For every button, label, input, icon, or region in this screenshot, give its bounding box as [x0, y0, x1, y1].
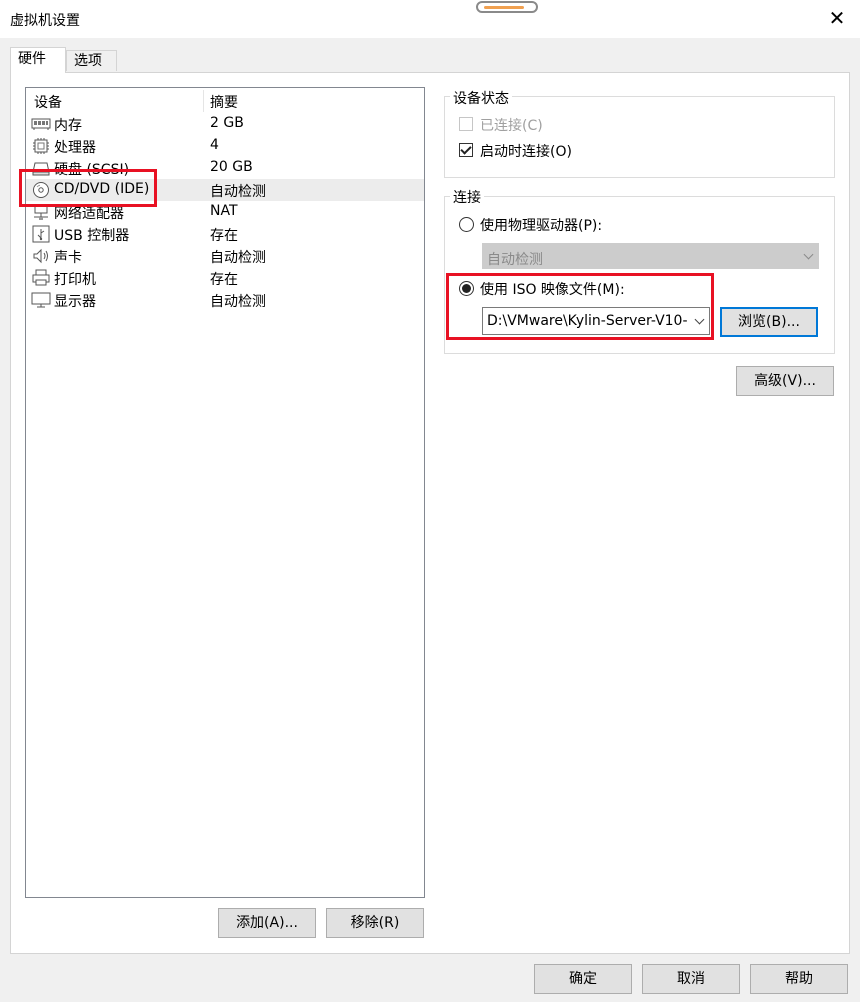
help-button[interactable]: 帮助	[750, 964, 848, 994]
physical-drive-select-value: 自动检测	[487, 252, 543, 268]
device-name: 内存	[54, 118, 82, 134]
physical-drive-radio[interactable]	[459, 217, 474, 232]
title-bar	[0, 0, 860, 38]
speaker-icon	[31, 247, 51, 265]
chevron-down-icon[interactable]	[694, 314, 705, 325]
device-row-sound-card[interactable]: 声卡 自动检测	[26, 245, 424, 267]
chevron-down-icon	[803, 249, 814, 260]
connect-at-power-on-checkbox[interactable]	[459, 143, 473, 157]
device-summary: 4	[210, 137, 219, 153]
device-summary: NAT	[210, 203, 238, 219]
device-row-cd-dvd[interactable]: CD/DVD (IDE) 自动检测	[26, 179, 424, 201]
device-name: 声卡	[54, 250, 82, 266]
device-name: 网络适配器	[54, 206, 124, 222]
device-status-group	[444, 96, 835, 178]
tab-options[interactable]: 选项	[66, 50, 117, 71]
device-summary: 自动检测	[210, 250, 266, 266]
window-title: 虚拟机设置	[10, 13, 80, 29]
device-row-network-adapter[interactable]: 网络适配器 NAT	[26, 201, 424, 223]
device-summary: 自动检测	[210, 184, 266, 200]
device-name: 硬盘 (SCSI)	[54, 162, 130, 178]
close-button[interactable]: ✕	[826, 6, 848, 30]
device-row-processor[interactable]: 处理器 4	[26, 135, 424, 157]
connect-at-power-on-label: 启动时连接(O)	[480, 144, 572, 160]
device-summary: 存在	[210, 272, 238, 288]
device-row-harddisk[interactable]: 硬盘 (SCSI) 20 GB	[26, 157, 424, 179]
device-summary: 2 GB	[210, 115, 244, 131]
processor-icon	[31, 137, 51, 155]
column-divider[interactable]	[203, 90, 204, 112]
physical-drive-label: 使用物理驱动器(P):	[480, 218, 603, 234]
device-list[interactable]: 设备 摘要 内存 2 GB 处理器 4 硬盘 (SCSI) 20 GB CD/D…	[25, 87, 425, 898]
device-row-display[interactable]: 显示器 自动检测	[26, 289, 424, 311]
device-summary: 存在	[210, 228, 238, 244]
device-summary: 20 GB	[210, 159, 253, 175]
column-header-summary[interactable]: 摘要	[210, 92, 238, 112]
cd-dvd-icon	[31, 181, 51, 199]
tab-hardware[interactable]: 硬件	[10, 47, 66, 73]
iso-image-radio[interactable]	[459, 281, 474, 296]
column-header-device[interactable]: 设备	[34, 92, 62, 112]
device-name: 处理器	[54, 140, 96, 156]
device-summary: 自动检测	[210, 294, 266, 310]
cancel-button[interactable]: 取消	[642, 964, 740, 994]
memory-icon	[31, 115, 51, 133]
device-row-printer[interactable]: 打印机 存在	[26, 267, 424, 289]
snap-handle[interactable]	[476, 1, 538, 13]
device-name: 显示器	[54, 294, 96, 310]
device-row-memory[interactable]: 内存 2 GB	[26, 113, 424, 135]
advanced-button[interactable]: 高级(V)...	[736, 366, 834, 396]
printer-icon	[31, 269, 51, 287]
usb-icon	[31, 225, 51, 243]
iso-image-label: 使用 ISO 映像文件(M):	[480, 282, 625, 298]
harddisk-icon	[31, 159, 51, 177]
device-name: USB 控制器	[54, 228, 130, 244]
connected-label: 已连接(C)	[480, 118, 543, 134]
device-list-header: 设备 摘要	[26, 88, 424, 112]
browse-button[interactable]: 浏览(B)...	[720, 307, 818, 337]
ok-button[interactable]: 确定	[534, 964, 632, 994]
network-adapter-icon	[31, 203, 51, 221]
iso-path-value: D:\VMware\Kylin-Server-V10-S	[487, 313, 687, 329]
connection-title: 连接	[450, 187, 484, 207]
monitor-icon	[31, 291, 51, 309]
device-row-usb-controller[interactable]: USB 控制器 存在	[26, 223, 424, 245]
device-name: CD/DVD (IDE)	[54, 181, 150, 197]
device-status-title: 设备状态	[450, 88, 512, 108]
physical-drive-select[interactable]: 自动检测	[482, 243, 819, 269]
add-hardware-button[interactable]: 添加(A)...	[218, 908, 316, 938]
connected-checkbox[interactable]	[459, 117, 473, 131]
device-name: 打印机	[54, 272, 96, 288]
remove-hardware-button[interactable]: 移除(R)	[326, 908, 424, 938]
iso-path-combo[interactable]: D:\VMware\Kylin-Server-V10-S	[482, 307, 710, 335]
